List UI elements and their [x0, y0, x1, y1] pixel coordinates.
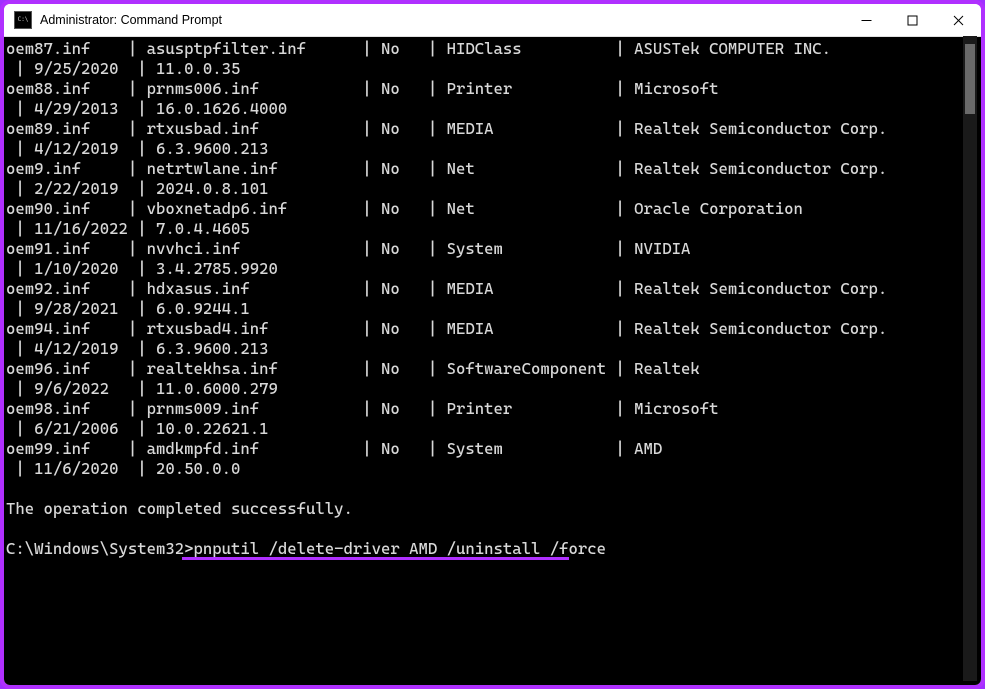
titlebar[interactable]: Administrator: Command Prompt — [4, 4, 981, 37]
driver-row: oem87.inf | asusptpfilter.inf | No | HID… — [6, 39, 981, 59]
driver-meta-row: | 11/6/2020 | 20.50.0.0 — [6, 459, 981, 479]
driver-meta-row: | 9/25/2020 | 11.0.0.35 — [6, 59, 981, 79]
driver-meta-row: | 4/29/2013 | 16.0.1626.4000 — [6, 99, 981, 119]
driver-row: oem96.inf | realtekhsa.inf | No | Softwa… — [6, 359, 981, 379]
driver-row: oem91.inf | nvvhci.inf | No | System | N… — [6, 239, 981, 259]
driver-row: oem9.inf | netrtwlane.inf | No | Net | R… — [6, 159, 981, 179]
close-icon — [953, 15, 964, 26]
prompt-line[interactable]: C:\Windows\System32>pnputil /delete-driv… — [6, 539, 981, 559]
driver-row: oem92.inf | hdxasus.inf | No | MEDIA | R… — [6, 279, 981, 299]
driver-meta-row: | 9/28/2021 | 6.0.9244.1 — [6, 299, 981, 319]
window-title: Administrator: Command Prompt — [40, 13, 222, 27]
status-message: The operation completed successfully. — [6, 499, 981, 519]
driver-row: oem99.inf | amdkmpfd.inf | No | System |… — [6, 439, 981, 459]
maximize-icon — [907, 15, 918, 26]
driver-meta-row: | 6/21/2006 | 10.0.22621.1 — [6, 419, 981, 439]
driver-row: oem88.inf | prnms006.inf | No | Printer … — [6, 79, 981, 99]
blank-line — [6, 479, 981, 499]
window-frame: Administrator: Command Prompt oem87.inf … — [0, 0, 985, 689]
scrollbar-track[interactable] — [963, 36, 977, 681]
blank-line — [6, 519, 981, 539]
minimize-icon — [861, 15, 872, 26]
command-highlight-underline — [182, 557, 569, 560]
driver-row: oem90.inf | vboxnetadp6.inf | No | Net |… — [6, 199, 981, 219]
driver-meta-row: | 9/6/2022 | 11.0.6000.279 — [6, 379, 981, 399]
driver-meta-row: | 2/22/2019 | 2024.0.8.101 — [6, 179, 981, 199]
driver-row: oem89.inf | rtxusbad.inf | No | MEDIA | … — [6, 119, 981, 139]
cmd-icon — [14, 11, 32, 29]
maximize-button[interactable] — [889, 4, 935, 36]
minimize-button[interactable] — [843, 4, 889, 36]
scrollbar-thumb[interactable] — [965, 44, 975, 114]
driver-meta-row: | 11/16/2022 | 7.0.4.4605 — [6, 219, 981, 239]
driver-meta-row: | 4/12/2019 | 6.3.9600.213 — [6, 139, 981, 159]
driver-row: oem98.inf | prnms009.inf | No | Printer … — [6, 399, 981, 419]
driver-row: oem94.inf | rtxusbad4.inf | No | MEDIA |… — [6, 319, 981, 339]
driver-meta-row: | 4/12/2019 | 6.3.9600.213 — [6, 339, 981, 359]
close-button[interactable] — [935, 4, 981, 36]
driver-meta-row: | 1/10/2020 | 3.4.2785.9920 — [6, 259, 981, 279]
terminal-output[interactable]: oem87.inf | asusptpfilter.inf | No | HID… — [4, 37, 981, 685]
